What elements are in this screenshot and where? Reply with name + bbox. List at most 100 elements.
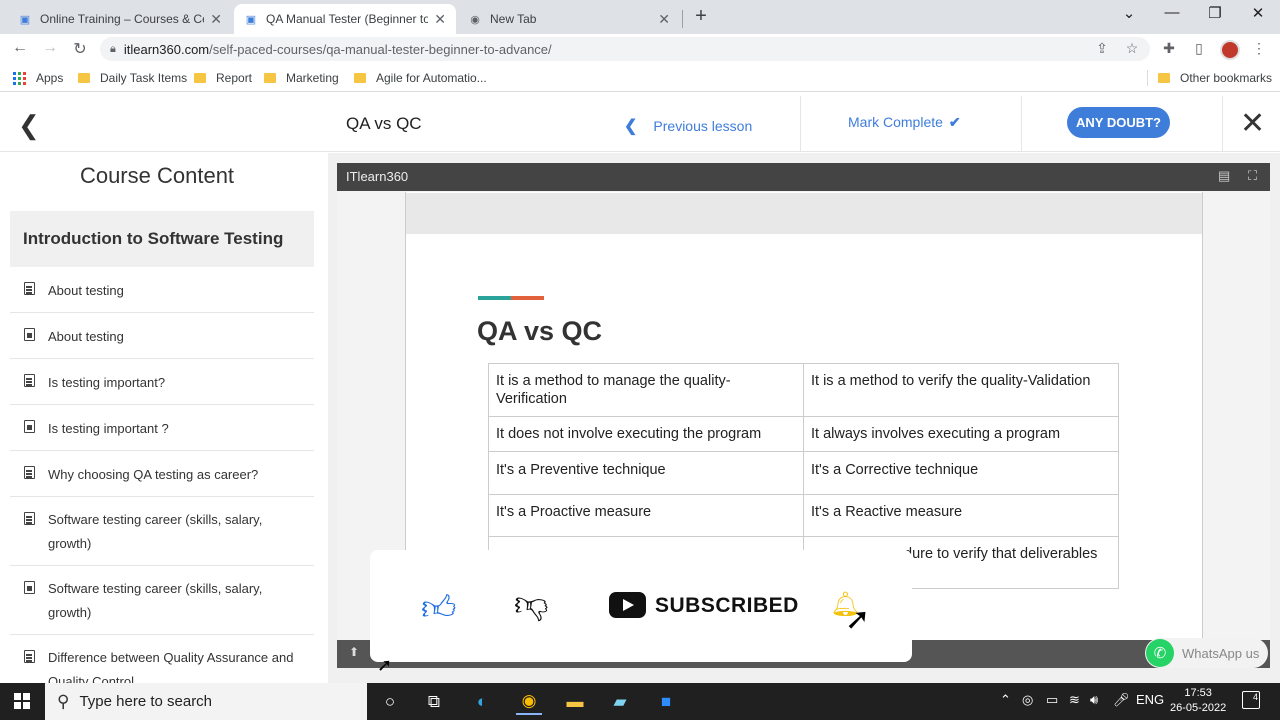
back-chevron-icon[interactable]: ❮: [18, 110, 40, 141]
close-lesson-icon[interactable]: ✕: [1240, 106, 1265, 141]
lesson-item[interactable]: Software testing career (skills, salary,…: [10, 566, 314, 635]
document-icon: [24, 512, 35, 525]
url-path: /self-paced-courses/qa-manual-tester-beg…: [209, 41, 552, 57]
lesson-label: Software testing career (skills, salary,…: [48, 512, 263, 551]
show-hidden-icons-chevron-icon[interactable]: ⌃: [1000, 692, 1011, 708]
microphone-icon[interactable]: 🎤︎: [1113, 692, 1130, 708]
site-favicon-icon: ▣: [19, 13, 31, 26]
speaker-icon[interactable]: 🔊︎: [1090, 692, 1098, 708]
notepad-app-icon[interactable]: ▰: [607, 689, 633, 715]
bookmark-daily-task-items[interactable]: Daily Task Items: [78, 71, 187, 85]
thumbs-up-icon[interactable]: 👍︎: [421, 588, 457, 629]
lesson-item[interactable]: Software testing career (skills, salary,…: [10, 497, 314, 566]
edge-browser-icon[interactable]: ◐: [469, 689, 495, 715]
bookmark-marketing[interactable]: Marketing: [264, 71, 339, 85]
course-header: ❮ QA vs QC ❮ Previous lesson Mark Comple…: [0, 96, 1280, 152]
side-panel-icon[interactable]: ▯: [1190, 40, 1208, 57]
window-close-icon[interactable]: ✕: [1243, 4, 1273, 22]
bookmarks-separator: [1147, 70, 1148, 86]
lesson-item[interactable]: Why choosing QA testing as career?: [10, 451, 314, 497]
file-explorer-icon[interactable]: ▬: [562, 689, 588, 715]
bookmarks-bar: Apps Daily Task Items Report Marketing A…: [0, 64, 1280, 92]
youtube-logo-icon: [609, 592, 646, 618]
whatsapp-button[interactable]: ✆ WhatsApp us: [1145, 638, 1268, 668]
tab-search-chevron-icon[interactable]: ⌄: [1114, 4, 1144, 22]
new-tab-plus-icon[interactable]: +: [690, 5, 712, 28]
site-favicon-icon: ▣: [245, 13, 257, 26]
bookmark-report[interactable]: Report: [194, 71, 252, 85]
previous-lesson-link[interactable]: ❮ Previous lesson: [624, 116, 752, 136]
extensions-puzzle-icon[interactable]: ✚: [1160, 40, 1178, 57]
scroll-up-icon[interactable]: ⬆: [345, 645, 363, 662]
course-content-sidebar: Course Content Introduction to Software …: [0, 153, 328, 683]
previous-lesson-label: Previous lesson: [653, 118, 753, 134]
battery-icon[interactable]: ▭: [1046, 692, 1058, 708]
lesson-item[interactable]: About testing: [10, 313, 314, 359]
taskbar-search-box[interactable]: ⚲ Type here to search: [45, 683, 367, 720]
chrome-browser-icon[interactable]: ◉: [516, 689, 542, 715]
reload-icon[interactable]: ↻: [70, 39, 90, 59]
table-cell: It's a Corrective technique: [803, 451, 1119, 495]
browser-tab-qa-manual-tester[interactable]: ▣ QA Manual Tester (Beginner to A ✕: [234, 4, 456, 34]
lesson-item[interactable]: Is testing important ?: [10, 405, 314, 451]
thumbs-down-icon[interactable]: 👎︎: [514, 584, 549, 625]
bookmark-other-bookmarks[interactable]: Other bookmarks: [1158, 71, 1272, 85]
task-view-icon[interactable]: ⧉: [421, 689, 447, 715]
notification-center-icon[interactable]: 4: [1242, 691, 1260, 709]
tab-close-icon[interactable]: ✕: [434, 11, 446, 28]
tab-close-icon[interactable]: ✕: [210, 11, 222, 28]
bookmark-star-icon[interactable]: ☆: [1123, 40, 1141, 57]
minimize-icon[interactable]: —: [1157, 4, 1187, 21]
language-indicator[interactable]: ENG: [1136, 692, 1164, 707]
tab-title: New Tab: [490, 12, 537, 26]
table-cell: It does not involve executing the progra…: [488, 416, 804, 452]
lesson-item[interactable]: About testing: [10, 267, 314, 313]
clock-time: 17:53: [1184, 687, 1212, 699]
notification-count: 4: [1252, 692, 1258, 702]
browser-tab-new-tab[interactable]: ◉ New Tab ✕: [458, 4, 680, 34]
mark-complete-label: Mark Complete: [848, 114, 943, 130]
lesson-label: About testing: [48, 283, 124, 298]
share-icon[interactable]: ⇪: [1093, 40, 1111, 57]
browser-toolbar: ← → ↻ 🔒︎ itlearn360.com/self-paced-cours…: [0, 34, 1280, 64]
browser-tab-online-training[interactable]: ▣ Online Training – Courses & Cert ✕: [8, 4, 232, 34]
player-top-bar: [337, 163, 1270, 191]
lesson-item[interactable]: Difference between Quality Assurance and…: [10, 635, 314, 683]
header-divider: [800, 96, 801, 152]
bookmark-label: Agile for Automatio...: [376, 71, 487, 85]
table-row: It is a method to manage the quality-Ver…: [488, 363, 1119, 417]
lesson-label: Is testing important?: [48, 375, 166, 390]
zoom-app-icon[interactable]: ■: [653, 689, 679, 715]
lesson-item[interactable]: Is testing important?: [10, 359, 314, 405]
mark-complete-button[interactable]: Mark Complete ✔: [848, 114, 961, 131]
chevron-left-icon: ❮: [624, 118, 638, 135]
back-arrow-icon[interactable]: ←: [10, 39, 30, 57]
any-doubt-button[interactable]: ANY DOUBT?: [1067, 107, 1170, 138]
document-icon: [24, 650, 35, 663]
bookmark-agile-automation[interactable]: Agile for Automatio...: [354, 71, 487, 85]
captions-icon[interactable]: ▤: [1218, 168, 1230, 184]
section-header[interactable]: Introduction to Software Testing: [10, 211, 314, 267]
browser-tabstrip: ▣ Online Training – Courses & Cert ✕ ▣ Q…: [0, 0, 1280, 34]
fullscreen-icon[interactable]: ⛶: [1248, 168, 1257, 184]
whatsapp-icon: ✆: [1146, 639, 1174, 667]
system-clock[interactable]: 17:53 26-05-2022: [1170, 686, 1226, 716]
bookmark-label: Report: [216, 71, 253, 85]
forward-arrow-icon[interactable]: →: [40, 39, 60, 57]
address-bar[interactable]: 🔒︎ itlearn360.com/self-paced-courses/qa-…: [100, 37, 1150, 61]
profile-avatar[interactable]: [1220, 40, 1240, 60]
menu-kebab-icon[interactable]: ⋮: [1250, 40, 1268, 57]
cortana-circle-icon[interactable]: ○: [377, 689, 403, 715]
table-row: It's a Preventive technique It's a Corre…: [488, 451, 1119, 495]
bookmark-apps[interactable]: Apps: [13, 71, 63, 85]
windows-start-icon[interactable]: [14, 693, 30, 709]
windows-taskbar: ⚲ Type here to search ○ ⧉ ◐ ◉ ▬ ▰ ■ ⌃ ◎ …: [0, 683, 1280, 720]
restore-icon[interactable]: ❐: [1200, 4, 1230, 22]
mouse-cursor-icon: ➚: [845, 603, 871, 636]
wifi-icon[interactable]: ≋: [1069, 692, 1080, 708]
webcam-icon[interactable]: ◎: [1022, 692, 1033, 708]
url-domain: itlearn360.com: [123, 41, 210, 57]
tab-close-icon[interactable]: ✕: [658, 11, 670, 28]
mouse-cursor-icon: ➚: [377, 655, 393, 675]
subscribed-label[interactable]: SUBSCRIBED: [655, 594, 799, 618]
